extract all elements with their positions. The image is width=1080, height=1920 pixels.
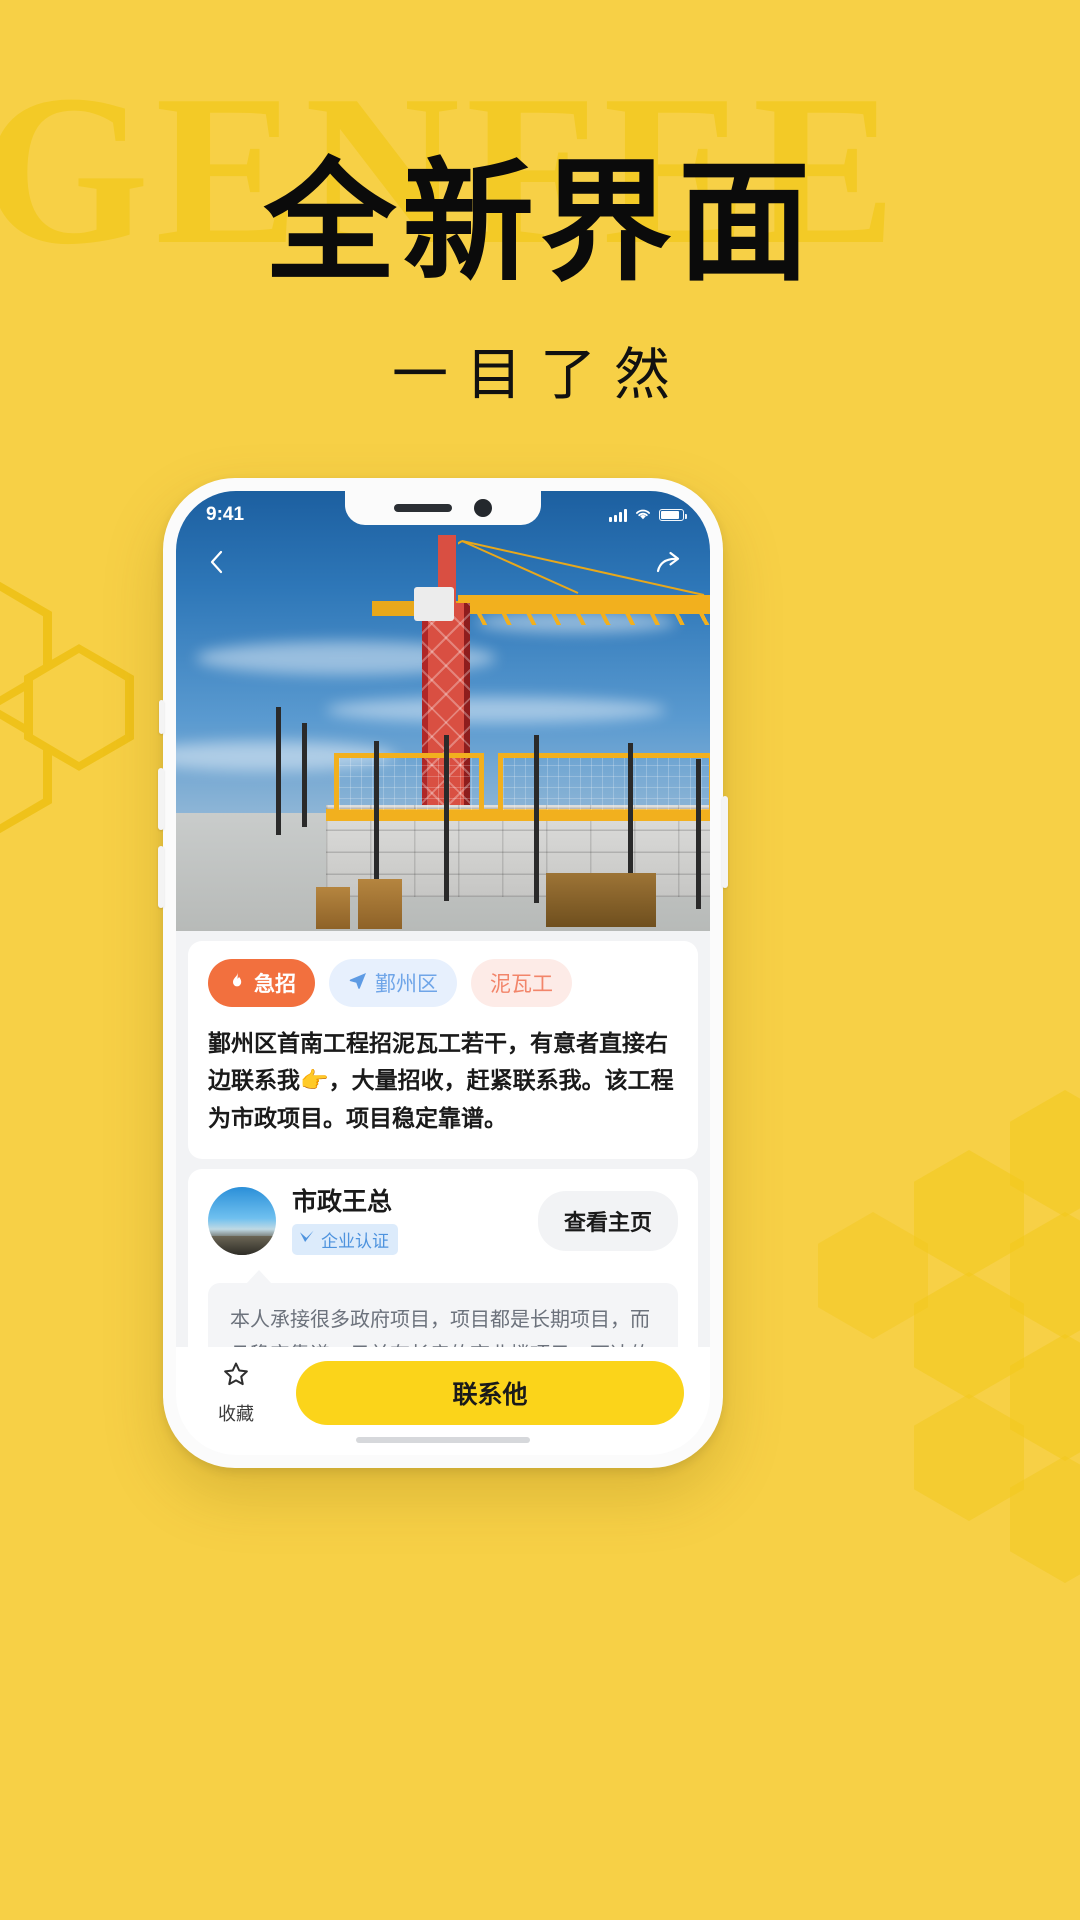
share-arrow-icon[interactable] <box>654 547 684 577</box>
timber-stack <box>358 879 402 929</box>
pole <box>374 741 379 891</box>
contact-button[interactable]: 联系他 <box>296 1361 684 1425</box>
pole <box>302 723 307 827</box>
fire-icon <box>227 970 247 996</box>
favorite-label: 收藏 <box>218 1404 254 1424</box>
location-arrow-icon <box>348 970 368 996</box>
pole <box>534 735 539 903</box>
tag-area[interactable]: 鄞州区 <box>329 959 457 1007</box>
phone-notch <box>345 491 541 525</box>
status-time: 9:41 <box>206 504 245 525</box>
home-indicator <box>356 1437 530 1443</box>
pole <box>696 759 701 909</box>
page-title: 全新界面 <box>264 146 816 300</box>
tag-urgent[interactable]: 急招 <box>208 959 315 1007</box>
power-button[interactable] <box>722 796 728 888</box>
favorite-button[interactable]: 收藏 <box>202 1360 270 1426</box>
post-card: 急招 鄞州区 泥瓦工 鄞州区首南工程招泥瓦工若干，有意者直接右边联系我👉，大量招… <box>188 941 698 1159</box>
verify-label: 企业认证 <box>321 1232 389 1251</box>
crane-jib <box>458 595 710 625</box>
pole <box>276 707 281 835</box>
post-description: 鄞州区首南工程招泥瓦工若干，有意者直接右边联系我👉，大量招收，赶紧联系我。该工程… <box>208 1030 674 1131</box>
avatar[interactable] <box>208 1186 276 1255</box>
volume-down-button[interactable] <box>158 846 164 908</box>
front-camera <box>474 499 492 517</box>
cellular-bars-icon <box>609 508 627 522</box>
volume-up-button[interactable] <box>158 768 164 830</box>
tag-list: 急招 鄞州区 泥瓦工 <box>208 959 678 1007</box>
pole <box>444 735 449 901</box>
phone-screen: 9:41 急招 鄞州区 泥瓦工 鄞州区首南工程招泥瓦工若干，有意者直接右边联系我… <box>176 491 710 1455</box>
earpiece-speaker <box>394 504 452 512</box>
timber-stack <box>316 887 350 929</box>
tag-label: 泥瓦工 <box>490 973 553 996</box>
publisher-name: 市政王总 <box>292 1187 393 1216</box>
crane-operator-cab <box>414 587 454 621</box>
battery-icon <box>659 509 687 521</box>
safety-railing-left <box>334 753 484 815</box>
timber-frame <box>546 873 656 927</box>
app-nav-bar <box>176 535 710 589</box>
wifi-icon <box>634 504 652 526</box>
publisher-row: 市政王总 企业认证 查看主页 <box>208 1186 678 1255</box>
verified-check-icon <box>298 1229 316 1250</box>
phone-mockup: 9:41 急招 鄞州区 泥瓦工 鄞州区首南工程招泥瓦工若干，有意者直接右边联系我… <box>158 478 728 1468</box>
star-outline-icon <box>221 1360 251 1395</box>
chevron-left-icon[interactable] <box>202 547 232 577</box>
safety-railing-right <box>498 753 710 815</box>
view-homepage-button[interactable]: 查看主页 <box>537 1190 678 1251</box>
page-subtitle: 一目了然 <box>392 343 688 408</box>
mute-switch[interactable] <box>159 700 164 734</box>
tag-label: 急招 <box>254 973 296 996</box>
tag-label: 鄞州区 <box>375 973 438 996</box>
status-badge: 企业认证 <box>292 1224 398 1255</box>
tag-job[interactable]: 泥瓦工 <box>471 959 572 1007</box>
